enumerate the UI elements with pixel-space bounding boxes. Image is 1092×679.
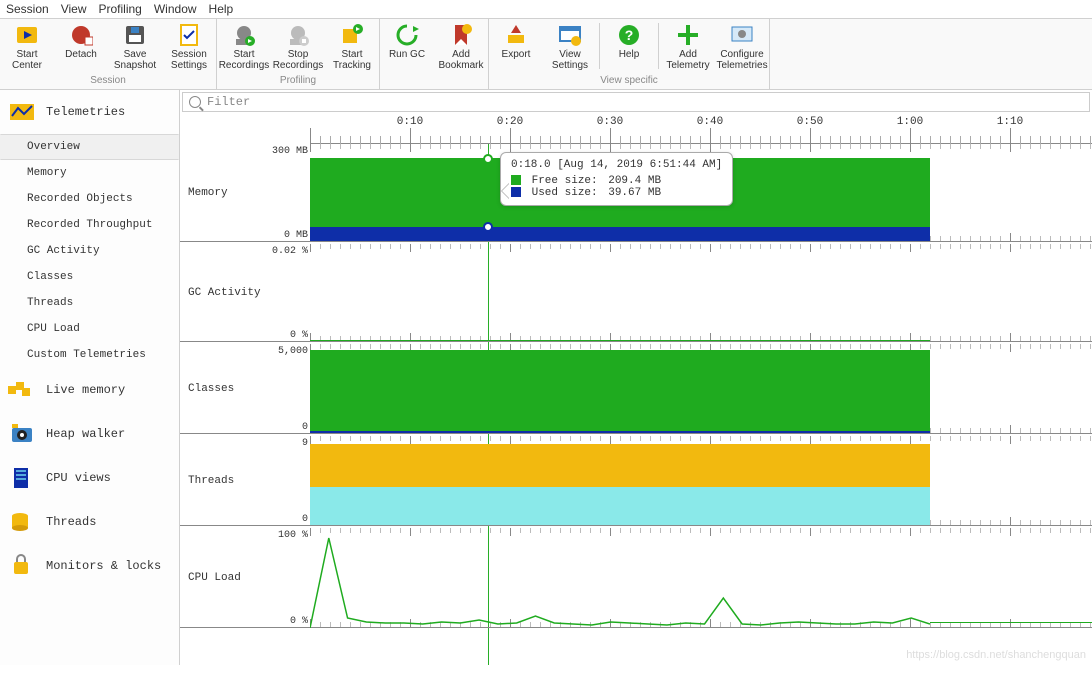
sidebar-item-threads[interactable]: Threads (0, 290, 179, 316)
timeline-label: 1:10 (997, 116, 1023, 128)
toolbar-group-0: StartCenterDetachSaveSnapshotSessionSett… (0, 19, 217, 89)
chart-row-cpu[interactable]: CPU Load100 %0 % (180, 528, 1092, 628)
menubar: Session View Profiling Window Help (0, 0, 1092, 18)
add-bookmark-icon (449, 23, 473, 47)
start-tracking-icon (340, 23, 364, 47)
sidebar-icon-3 (8, 466, 38, 490)
toolbar-btn-view-settings[interactable]: ViewSettings (543, 19, 597, 73)
toolbar-btn-session-settings[interactable]: SessionSettings (162, 19, 216, 73)
toolbar-group-label: View specific (600, 73, 658, 89)
toolbar-btn-add-telemetry[interactable]: AddTelemetry (661, 19, 715, 73)
search-icon (189, 96, 201, 108)
legend-square-green (511, 175, 521, 185)
chart-label: Memory (188, 187, 228, 199)
sidebar-list: OverviewMemoryRecorded ObjectsRecorded T… (0, 134, 179, 368)
timeline-label: 0:30 (597, 116, 623, 128)
start-recordings-icon (232, 23, 256, 47)
sidebar-section-monitors-&-locks[interactable]: Monitors & locks (0, 544, 179, 588)
toolbar-group-2: Run GCAddBookmark (380, 19, 489, 89)
sidebar-icon-4 (8, 510, 38, 534)
session-settings-icon (177, 23, 201, 47)
export-icon (504, 23, 528, 47)
timeline-label: 0:50 (797, 116, 823, 128)
toolbar-group-3: ExportViewSettings?HelpAddTelemetryConfi… (489, 19, 770, 89)
start-center-icon (15, 23, 39, 47)
save-snapshot-icon (123, 23, 147, 47)
svg-text:?: ? (625, 27, 634, 43)
toolbar-btn-stop-recordings[interactable]: StopRecordings (271, 19, 325, 73)
chart-label: Threads (188, 475, 234, 487)
toolbar: StartCenterDetachSaveSnapshotSessionSett… (0, 18, 1092, 90)
sidebar-section-heap-walker[interactable]: Heap walker (0, 412, 179, 456)
sidebar-icon-5 (8, 554, 38, 578)
toolbar-btn-start-recordings[interactable]: StartRecordings (217, 19, 271, 73)
toolbar-btn-start-tracking[interactable]: StartTracking (325, 19, 379, 73)
chart-label: Classes (188, 383, 234, 395)
timeline-label: 0:10 (397, 116, 423, 128)
toolbar-group-1: StartRecordingsStopRecordingsStartTracki… (217, 19, 380, 89)
playhead-marker-bottom[interactable] (483, 222, 493, 232)
toolbar-btn-help[interactable]: ?Help (602, 19, 656, 73)
sidebar-icon-0 (8, 100, 38, 124)
run-gc-icon (395, 23, 419, 47)
sidebar-section-live-memory[interactable]: Live memory (0, 368, 179, 412)
toolbar-group-label: Profiling (280, 73, 316, 89)
watermark: https://blog.csdn.net/shanchengquan (906, 649, 1086, 661)
menu-view[interactable]: View (61, 2, 87, 16)
sidebar-icon-1 (8, 378, 38, 402)
sidebar-item-cpu-load[interactable]: CPU Load (0, 316, 179, 342)
tooltip-row-used: Used size: 39.67 MB (511, 187, 722, 199)
timeline-label: 0:20 (497, 116, 523, 128)
menu-window[interactable]: Window (154, 2, 197, 16)
toolbar-btn-start-center[interactable]: StartCenter (0, 19, 54, 73)
sidebar-item-recorded-throughput[interactable]: Recorded Throughput (0, 212, 179, 238)
toolbar-btn-add-bookmark[interactable]: AddBookmark (434, 19, 488, 73)
view-settings-icon (558, 23, 582, 47)
sidebar-section-cpu-views[interactable]: CPU views (0, 456, 179, 500)
sidebar-item-recorded-objects[interactable]: Recorded Objects (0, 186, 179, 212)
add-telemetry-icon (676, 23, 700, 47)
toolbar-btn-save-snapshot[interactable]: SaveSnapshot (108, 19, 162, 73)
content: Filter 0:10 0:20 0:30 0:40 0:50 1:00 1:10 0:18… (180, 90, 1092, 665)
sidebar-section-threads[interactable]: Threads (0, 500, 179, 544)
toolbar-btn-run-gc[interactable]: Run GC (380, 19, 434, 73)
tooltip-time: 0:18.0 [Aug 14, 2019 6:51:44 AM] (511, 159, 722, 171)
toolbar-group-label: Session (90, 73, 126, 89)
configure-telemetries-icon (730, 23, 754, 47)
chart-row-gc[interactable]: GC Activity0.02 %0 % (180, 244, 1092, 342)
sidebar-item-memory[interactable]: Memory (0, 160, 179, 186)
sidebar-item-overview[interactable]: Overview (0, 134, 179, 160)
sidebar: TelemetriesOverviewMemoryRecorded Object… (0, 90, 180, 665)
chart-label: CPU Load (188, 572, 241, 584)
timeline-label: 1:00 (897, 116, 923, 128)
filter-placeholder: Filter (207, 95, 250, 109)
menu-help[interactable]: Help (209, 2, 234, 16)
legend-square-blue (511, 187, 521, 197)
sidebar-item-classes[interactable]: Classes (0, 264, 179, 290)
sidebar-item-gc-activity[interactable]: GC Activity (0, 238, 179, 264)
chart-label: GC Activity (188, 287, 261, 299)
playhead-marker-top[interactable] (483, 154, 493, 164)
tooltip-row-free: Free size: 209.4 MB (511, 175, 722, 187)
stop-recordings-icon (286, 23, 310, 47)
chart-row-threads[interactable]: Threads90 (180, 436, 1092, 526)
menu-session[interactable]: Session (6, 2, 49, 16)
filter-input[interactable]: Filter (182, 92, 1090, 112)
timeline[interactable]: 0:10 0:20 0:30 0:40 0:50 1:00 1:10 (310, 114, 1092, 144)
detach-icon (69, 23, 93, 47)
sidebar-section-telemetries[interactable]: Telemetries (0, 90, 179, 134)
sidebar-icon-2 (8, 422, 38, 446)
charts-area: 0:10 0:20 0:30 0:40 0:50 1:00 1:10 0:18.0 [Aug… (180, 114, 1092, 665)
timeline-label: 0:40 (697, 116, 723, 128)
main: TelemetriesOverviewMemoryRecorded Object… (0, 90, 1092, 665)
menu-profiling[interactable]: Profiling (99, 2, 142, 16)
tooltip: 0:18.0 [Aug 14, 2019 6:51:44 AM] Free si… (500, 152, 733, 206)
sidebar-item-custom-telemetries[interactable]: Custom Telemetries (0, 342, 179, 368)
toolbar-btn-export[interactable]: Export (489, 19, 543, 73)
toolbar-btn-configure-telemetries[interactable]: ConfigureTelemetries (715, 19, 769, 73)
help-icon: ? (617, 23, 641, 47)
chart-row-classes[interactable]: Classes5,0000 (180, 344, 1092, 434)
toolbar-btn-detach[interactable]: Detach (54, 19, 108, 73)
